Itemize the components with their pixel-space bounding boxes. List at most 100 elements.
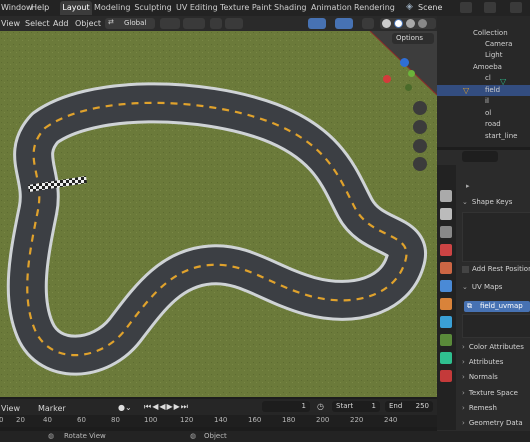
add-rest-position-checkbox[interactable]: Add Rest Position — [462, 265, 530, 277]
section-texture-space[interactable]: › Texture Space — [462, 389, 530, 401]
view-layer-browse-icon[interactable] — [510, 2, 522, 13]
outliner-row-amoeba[interactable]: Amoeba — [437, 62, 530, 73]
outliner-row-ol[interactable]: ol — [437, 108, 530, 119]
physics-tab-icon[interactable] — [440, 298, 452, 310]
tab-modeling[interactable]: Modeling — [94, 1, 130, 15]
scene-browse-icon[interactable] — [460, 2, 472, 13]
tick-label: 80 — [111, 416, 120, 424]
uv-map-item[interactable]: ⧉ field_uvmap — [464, 301, 530, 312]
modifier-tab-icon[interactable] — [440, 280, 452, 292]
tick-label: 160 — [248, 416, 262, 424]
outliner-row-collection[interactable]: Collection — [437, 28, 530, 39]
modifier-icon: ▽ — [500, 77, 507, 86]
current-frame-field[interactable]: 1 — [262, 401, 310, 412]
outliner-row-light[interactable]: Light — [437, 50, 530, 61]
outliner-row-road[interactable]: road — [437, 119, 530, 130]
menu-window[interactable]: Window — [1, 3, 33, 12]
tick-label: 100 — [144, 416, 158, 424]
wireframe-shading-icon[interactable] — [382, 19, 391, 28]
proportional-toggle[interactable] — [210, 18, 222, 29]
tab-layout[interactable]: Layout — [60, 1, 92, 15]
render-tab-icon[interactable] — [440, 208, 452, 220]
material-tab-icon[interactable] — [440, 370, 452, 382]
timeline-menu-view[interactable]: View — [1, 404, 20, 413]
transform-orientation-dropdown[interactable]: ⇄ Global — [105, 18, 155, 29]
3d-viewport[interactable] — [0, 31, 437, 397]
perspective-toggle-icon[interactable] — [413, 157, 427, 171]
gizmo-z-axis[interactable] — [400, 58, 409, 67]
tab-texture-paint[interactable]: Texture Paint — [220, 1, 272, 15]
camera-view-icon[interactable] — [413, 139, 427, 153]
start-frame-field[interactable]: Start 1 — [332, 401, 380, 412]
tab-animation[interactable]: Animation — [311, 1, 352, 15]
section-uv-maps[interactable]: ⌄ UV Maps — [462, 283, 530, 295]
solid-shading-icon[interactable] — [394, 19, 403, 28]
navigation-gizmo[interactable] — [378, 52, 434, 92]
object-tab-icon[interactable] — [440, 262, 452, 274]
end-frame-field[interactable]: End 250 — [385, 401, 433, 412]
object-data-tab-icon[interactable] — [440, 334, 452, 346]
menu-view[interactable]: View — [1, 19, 20, 28]
output-tab-icon[interactable] — [440, 226, 452, 238]
uv-map-icon: ⧉ — [467, 302, 472, 310]
section-geometry-data[interactable]: › Geometry Data — [462, 419, 530, 431]
tick-label: 200 — [316, 416, 330, 424]
tick-label: 120 — [180, 416, 194, 424]
view-layer-icon[interactable] — [484, 2, 496, 13]
section-color-attributes[interactable]: › Color Attributes — [462, 343, 530, 355]
mouse-middle-icon: ◍ — [48, 432, 55, 440]
playback-controls[interactable]: ⏮◀◀▶▶⏭ — [144, 402, 189, 412]
shading-mode-group — [380, 18, 436, 29]
tab-rendering[interactable]: Rendering — [354, 1, 395, 15]
outliner-row-cl[interactable]: cl — [437, 73, 530, 84]
gizmo-toggle[interactable] — [308, 18, 326, 29]
status-hint-left: Rotate View — [64, 432, 106, 440]
menu-object[interactable]: Object — [75, 19, 101, 28]
xray-toggle[interactable] — [362, 18, 374, 29]
tick-label: 40 — [43, 416, 52, 424]
mouse-right-icon: ◍ — [190, 432, 197, 440]
outliner-row-field[interactable]: field — [437, 85, 530, 96]
overlay-toggle[interactable] — [335, 18, 353, 29]
pan-hand-icon[interactable] — [413, 120, 427, 134]
mesh-data-tab-icon[interactable] — [440, 352, 452, 364]
scene-tab-icon[interactable] — [440, 244, 452, 256]
timeline-menu-marker[interactable]: Marker — [38, 404, 66, 413]
menu-help[interactable]: Help — [31, 3, 49, 12]
gizmo-neg-y-axis — [405, 84, 412, 91]
constraints-tab-icon[interactable] — [440, 316, 452, 328]
material-shading-icon[interactable] — [406, 19, 415, 28]
tab-shading[interactable]: Shading — [274, 1, 307, 15]
section-shape-keys[interactable]: ⌄ Shape Keys — [462, 198, 530, 210]
snap-dropdown[interactable] — [183, 18, 205, 29]
rendered-shading-icon[interactable] — [418, 19, 427, 28]
tick-label: 220 — [350, 416, 364, 424]
outliner-row-camera[interactable]: Camera — [437, 39, 530, 50]
outliner-row-start-line[interactable]: start_line — [437, 131, 530, 142]
menu-select[interactable]: Select — [25, 19, 50, 28]
zoom-icon[interactable] — [413, 101, 427, 115]
tool-tab-icon[interactable] — [440, 190, 452, 202]
section-attributes[interactable]: › Attributes — [462, 358, 530, 370]
menu-add[interactable]: Add — [53, 19, 69, 28]
gizmo-y-axis[interactable] — [408, 70, 415, 77]
section-normals[interactable]: › Normals — [462, 373, 530, 385]
section-remesh[interactable]: › Remesh — [462, 404, 530, 416]
tick-label: 0 — [0, 416, 4, 424]
shape-keys-list[interactable] — [462, 212, 530, 262]
properties-search[interactable] — [462, 151, 498, 162]
clock-icon[interactable]: ◷ — [317, 402, 324, 411]
status-hint-right: Object — [204, 432, 227, 440]
tick-label: 180 — [282, 416, 296, 424]
tab-uv-editing[interactable]: UV Editing — [176, 1, 218, 15]
keying-dot-icon[interactable]: ●⌄ — [118, 403, 132, 412]
scene-icon: ◈ — [406, 2, 413, 12]
tab-sculpting[interactable]: Sculpting — [134, 1, 172, 15]
outliner-row-il[interactable]: il — [437, 96, 530, 107]
pivot-point-dropdown[interactable] — [160, 18, 180, 29]
options-dropdown[interactable]: Options — [392, 33, 434, 44]
gizmo-x-axis[interactable] — [383, 75, 391, 83]
expand-arrow-icon[interactable]: ▸ — [466, 182, 470, 190]
proportional-falloff-dropdown[interactable] — [225, 18, 243, 29]
scene-name[interactable]: Scene — [418, 3, 442, 12]
